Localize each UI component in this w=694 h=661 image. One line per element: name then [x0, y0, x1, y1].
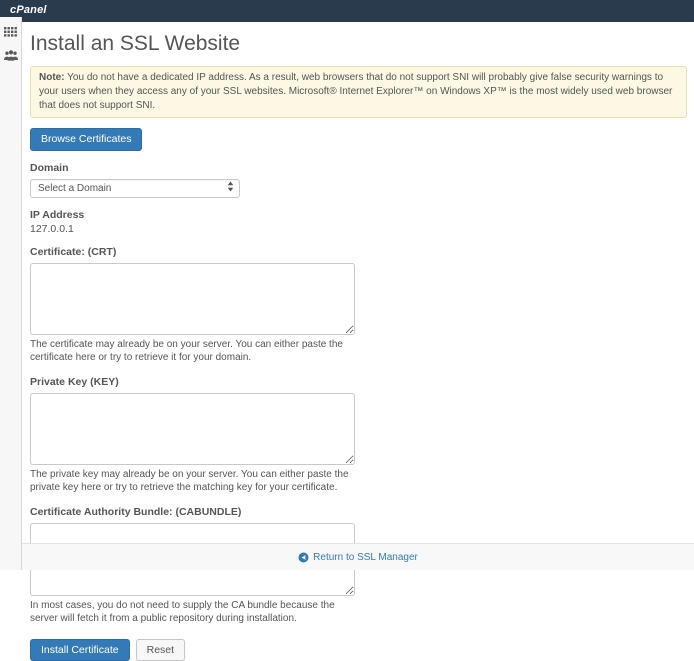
circle-back-arrow-icon	[298, 552, 309, 563]
page-footer: Return to SSL Manager	[22, 543, 694, 570]
left-icon-rail	[0, 17, 22, 570]
domain-label: Domain	[30, 162, 687, 174]
form-actions: Install Certificate Reset	[30, 639, 687, 661]
ip-address-label: IP Address	[30, 209, 687, 221]
certificate-textarea[interactable]	[30, 263, 355, 335]
sni-warning-notice: Note: You do not have a dedicated IP add…	[30, 66, 687, 118]
notice-label: Note:	[39, 72, 65, 83]
return-to-ssl-manager-link[interactable]: Return to SSL Manager	[298, 552, 418, 563]
private-key-label: Private Key (KEY)	[30, 376, 687, 388]
reset-button[interactable]: Reset	[136, 639, 185, 661]
main-pane: Install an SSL Website Note: You do not …	[22, 17, 694, 570]
ca-bundle-label: Certificate Authority Bundle: (CABUNDLE)	[30, 506, 687, 518]
domain-select[interactable]: Select a Domain	[30, 179, 240, 198]
user-manager-icon	[4, 48, 18, 66]
certificate-help-text: The certificate may already be on your s…	[30, 338, 360, 365]
sidebar-item-home[interactable]	[3, 26, 19, 39]
certificate-label: Certificate: (CRT)	[30, 246, 687, 258]
private-key-help-text: The private key may already be on your s…	[30, 468, 360, 495]
private-key-textarea[interactable]	[30, 393, 355, 465]
return-link-label: Return to SSL Manager	[313, 552, 418, 563]
select-stepper-icon	[227, 181, 234, 195]
cpanel-logo: cPanel	[0, 2, 47, 19]
ip-address-value: 127.0.0.1	[30, 223, 687, 235]
page-title: Install an SSL Website	[30, 32, 687, 56]
browse-certificates-button[interactable]: Browse Certificates	[30, 128, 142, 151]
domain-select-value: Select a Domain	[38, 183, 111, 194]
apps-grid-icon	[4, 24, 17, 42]
top-header: cPanel	[0, 0, 694, 17]
install-certificate-button[interactable]: Install Certificate	[30, 639, 130, 661]
notice-text: You do not have a dedicated IP address. …	[39, 72, 672, 111]
sidebar-item-user-manager[interactable]	[3, 50, 19, 63]
ca-bundle-help-text: In most cases, you do not need to supply…	[30, 599, 360, 626]
